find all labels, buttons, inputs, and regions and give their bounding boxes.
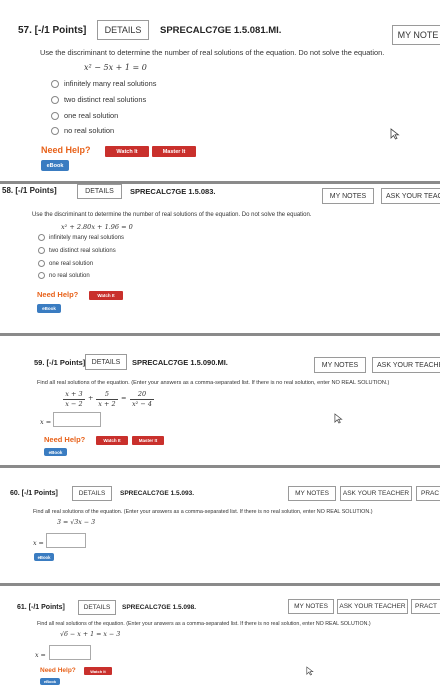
radio-icon[interactable]	[38, 247, 45, 254]
radio-icon[interactable]	[51, 111, 59, 120]
question-text: Use the discriminant to determine the nu…	[32, 212, 312, 218]
answer-input[interactable]	[53, 412, 101, 427]
problem-header: 57. [-/1 Points]	[18, 25, 87, 36]
problem-61-panel: 61. [-/1 Points] DETAILS SPRECALC7GE 1.5…	[0, 586, 440, 700]
problem-header: 59. [-/1 Points]	[34, 358, 86, 367]
problem-code: SPRECALC7GE 1.5.090.MI.	[132, 358, 228, 367]
details-button[interactable]: DETAILS	[77, 184, 122, 199]
mouse-cursor-icon	[334, 413, 343, 424]
problem-code: SPRECALC7GE 1.5.098.	[122, 604, 197, 611]
radio-icon[interactable]	[38, 272, 45, 279]
watch-it-button[interactable]: Watch It	[105, 146, 149, 157]
ebook-button[interactable]: eBook	[44, 448, 67, 456]
answer-input[interactable]	[46, 533, 86, 548]
fraction-numerator: 20	[137, 390, 147, 398]
option-label: two distinct real solutions	[49, 247, 116, 254]
problem-60-panel: 60. [-/1 Points] DETAILS SPRECALC7GE 1.5…	[0, 468, 440, 583]
need-help-label: Need Help?	[41, 145, 91, 155]
plus-sign: +	[88, 394, 94, 402]
equation: x² − 5x + 1 = 0	[84, 63, 147, 72]
option-radio[interactable]: one real solution	[51, 111, 118, 120]
option-radio[interactable]: one real solution	[38, 260, 93, 267]
radio-icon[interactable]	[51, 95, 59, 104]
option-label: infinitely many real solutions	[49, 234, 125, 241]
details-button[interactable]: DETAILS	[85, 354, 127, 370]
my-notes-button[interactable]: MY NOTES	[322, 188, 374, 204]
problem-code: SPRECALC7GE 1.5.093.	[120, 490, 195, 497]
watch-it-button[interactable]: Watch It	[84, 667, 112, 675]
option-radio[interactable]: two distinct real solutions	[51, 95, 146, 104]
equation: x² + 2.80x + 1.96 = 0	[61, 223, 133, 231]
problem-header: 58. [-/1 Points]	[2, 186, 57, 195]
option-radio[interactable]: infinitely many real solutions	[51, 79, 156, 88]
ask-teacher-button[interactable]: ASK YOUR TEACHER	[372, 357, 440, 373]
option-label: infinitely many real solutions	[64, 79, 157, 88]
question-text: Find all real solutions of the equation.…	[37, 380, 390, 386]
watch-it-button[interactable]: Watch It	[89, 291, 123, 300]
mouse-cursor-icon	[390, 128, 400, 140]
equals-sign: =	[121, 394, 127, 402]
option-label: one real solution	[64, 111, 119, 120]
question-text: Find all real solutions of the equation.…	[33, 509, 373, 515]
fraction-denominator: x − 2	[65, 400, 83, 408]
problem-57-panel: 57. [-/1 Points] DETAILS SPRECALC7GE 1.5…	[0, 0, 440, 181]
my-notes-button[interactable]: MY NOTES	[288, 486, 336, 501]
question-text: Use the discriminant to determine the nu…	[40, 48, 385, 57]
x-equals-label: x =	[35, 652, 46, 659]
practice-button[interactable]: PRAC	[416, 486, 440, 501]
ebook-button[interactable]: eBook	[40, 678, 60, 685]
option-label: one real solution	[49, 260, 94, 267]
option-radio[interactable]: no real solution	[51, 126, 114, 135]
equation: 3 = √3x − 3	[57, 519, 96, 526]
equation: √6 − x + 1 = x − 3	[60, 631, 121, 638]
fraction-numerator: x + 3	[65, 390, 83, 398]
radio-icon[interactable]	[38, 260, 45, 267]
x-equals-label: x =	[40, 418, 52, 426]
x-equals-label: x =	[33, 540, 44, 547]
option-label: two distinct real solutions	[64, 95, 147, 104]
problem-header: 61. [-/1 Points]	[17, 604, 65, 611]
problem-code: SPRECALC7GE 1.5.083.	[130, 187, 216, 196]
my-notes-button[interactable]: MY NOTES	[288, 599, 334, 614]
mouse-cursor-icon	[306, 666, 314, 676]
my-notes-button[interactable]: MY NOTES	[314, 357, 366, 373]
need-help-label: Need Help?	[37, 290, 79, 299]
problem-58-panel: 58. [-/1 Points] DETAILS SPRECALC7GE 1.5…	[0, 184, 440, 333]
fraction-denominator: x² − 4	[132, 400, 152, 408]
practice-button[interactable]: PRACT	[411, 599, 440, 614]
ebook-button[interactable]: eBook	[34, 553, 54, 561]
problem-59-panel: 59. [-/1 Points] DETAILS SPRECALC7GE 1.5…	[0, 336, 440, 465]
master-it-button[interactable]: Master It	[132, 436, 164, 445]
ebook-button[interactable]: eBook	[41, 160, 69, 171]
radio-icon[interactable]	[51, 79, 59, 88]
details-button[interactable]: DETAILS	[97, 20, 149, 40]
ask-teacher-button[interactable]: ASK YOUR TEACHER	[337, 599, 408, 614]
radio-icon[interactable]	[51, 126, 59, 135]
ask-teacher-button[interactable]: ASK YOUR TEACH	[381, 188, 440, 204]
question-text: Find all real solutions of the equation.…	[37, 621, 371, 627]
option-label: no real solution	[49, 272, 90, 279]
details-button[interactable]: DETAILS	[78, 600, 116, 615]
fraction-numerator: 5	[104, 390, 110, 398]
my-notes-button[interactable]: MY NOTE	[392, 25, 440, 45]
option-label: no real solution	[64, 126, 115, 135]
master-it-button[interactable]: Master It	[152, 146, 196, 157]
radio-icon[interactable]	[38, 234, 45, 241]
problem-header: 60. [-/1 Points]	[10, 490, 58, 497]
problem-code: SPRECALC7GE 1.5.081.MI.	[160, 25, 282, 36]
need-help-label: Need Help?	[44, 435, 86, 444]
ebook-button[interactable]: eBook	[37, 304, 61, 313]
option-radio[interactable]: no real solution	[38, 272, 90, 279]
option-radio[interactable]: infinitely many real solutions	[38, 234, 124, 241]
ask-teacher-button[interactable]: ASK YOUR TEACHER	[340, 486, 412, 501]
watch-it-button[interactable]: Watch It	[96, 436, 128, 445]
option-radio[interactable]: two distinct real solutions	[38, 247, 116, 254]
need-help-label: Need Help?	[40, 667, 76, 674]
answer-input[interactable]	[49, 645, 91, 660]
fraction-denominator: x + 2	[98, 400, 116, 408]
details-button[interactable]: DETAILS	[72, 486, 112, 501]
